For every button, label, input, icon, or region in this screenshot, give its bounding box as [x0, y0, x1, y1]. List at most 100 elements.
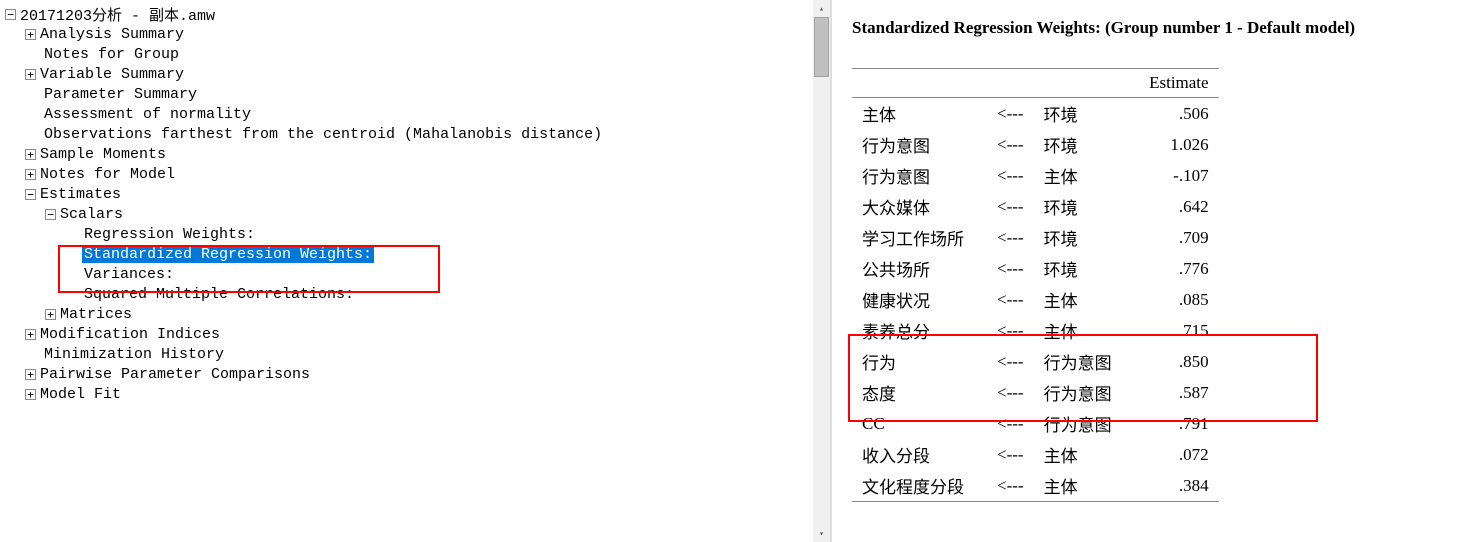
scrollbar-vertical[interactable]: ▴ ▾ — [813, 0, 830, 542]
tree-item[interactable]: Assessment of normality — [0, 104, 830, 124]
arrow-cell: <--- — [987, 191, 1034, 222]
content-panel: Standardized Regression Weights: (Group … — [832, 0, 1461, 542]
table-row: 大众媒体<---环境.642 — [852, 191, 1219, 222]
table-row: 主体<---环境.506 — [852, 98, 1219, 130]
tree-item[interactable]: Regression Weights: — [0, 224, 830, 244]
estimate-cell: .587 — [1124, 377, 1219, 408]
dependent-cell: 健康状况 — [852, 284, 987, 315]
tree-item[interactable]: Squared Multiple Correlations: — [0, 284, 830, 304]
estimate-header: Estimate — [1124, 69, 1219, 98]
tree-item-label[interactable]: Regression Weights: — [82, 226, 257, 243]
plus-icon[interactable]: + — [25, 169, 36, 180]
table-row: 态度<---行为意图.587 — [852, 377, 1219, 408]
tree-item[interactable]: +Analysis Summary — [0, 24, 830, 44]
scroll-down-arrow-icon[interactable]: ▾ — [813, 525, 830, 542]
tree-item[interactable]: +Modification Indices — [0, 324, 830, 344]
source-cell: 环境 — [1034, 191, 1124, 222]
plus-icon[interactable]: + — [25, 69, 36, 80]
source-cell: 环境 — [1034, 253, 1124, 284]
source-cell: 主体 — [1034, 160, 1124, 191]
tree-item[interactable]: Minimization History — [0, 344, 830, 364]
plus-icon[interactable]: + — [45, 309, 56, 320]
estimate-cell: -.107 — [1124, 160, 1219, 191]
tree-item-label[interactable]: Parameter Summary — [42, 86, 199, 103]
tree-item[interactable]: +Notes for Model — [0, 164, 830, 184]
source-cell: 环境 — [1034, 129, 1124, 160]
tree-item[interactable]: −Estimates — [0, 184, 830, 204]
table-row: 行为意图<---主体-.107 — [852, 160, 1219, 191]
table-row: 行为意图<---环境1.026 — [852, 129, 1219, 160]
source-cell: 主体 — [1034, 439, 1124, 470]
content-title: Standardized Regression Weights: (Group … — [852, 18, 1441, 38]
dependent-cell: 素养总分 — [852, 315, 987, 346]
source-cell: 行为意图 — [1034, 377, 1124, 408]
tree-item-label[interactable]: Model Fit — [38, 386, 123, 403]
arrow-cell: <--- — [987, 222, 1034, 253]
estimate-cell: .776 — [1124, 253, 1219, 284]
estimate-cell: .850 — [1124, 346, 1219, 377]
plus-icon[interactable]: + — [25, 329, 36, 340]
tree-panel: − 20171203分析 - 副本.amw +Analysis SummaryN… — [0, 0, 830, 542]
tree-leaf-spacer — [65, 267, 80, 282]
minus-icon[interactable]: − — [25, 189, 36, 200]
arrow-cell: <--- — [987, 346, 1034, 377]
estimate-cell: .715 — [1124, 315, 1219, 346]
tree-item[interactable]: −Scalars — [0, 204, 830, 224]
tree-root-label[interactable]: 20171203分析 - 副本.amw — [18, 4, 217, 25]
dependent-cell: CC — [852, 408, 987, 439]
tree-item-label[interactable]: Observations farthest from the centroid … — [42, 126, 604, 143]
tree-item[interactable]: +Sample Moments — [0, 144, 830, 164]
tree-item[interactable]: +Variable Summary — [0, 64, 830, 84]
tree-item-label[interactable]: Variable Summary — [38, 66, 186, 83]
arrow-cell: <--- — [987, 377, 1034, 408]
tree-item[interactable]: +Model Fit — [0, 384, 830, 404]
table-row: 素养总分<---主体.715 — [852, 315, 1219, 346]
tree-leaf-spacer — [65, 227, 80, 242]
tree-item-label[interactable]: Minimization History — [42, 346, 226, 363]
dependent-cell: 态度 — [852, 377, 987, 408]
tree-item-label[interactable]: Matrices — [58, 306, 134, 323]
arrow-cell: <--- — [987, 439, 1034, 470]
plus-icon[interactable]: + — [25, 369, 36, 380]
arrow-cell: <--- — [987, 253, 1034, 284]
tree-item-label[interactable]: Sample Moments — [38, 146, 168, 163]
tree-root-row[interactable]: − 20171203分析 - 副本.amw — [0, 4, 830, 24]
tree-item-label[interactable]: Variances: — [82, 266, 176, 283]
minus-icon[interactable]: − — [5, 9, 16, 20]
minus-icon[interactable]: − — [45, 209, 56, 220]
tree-item[interactable]: +Pairwise Parameter Comparisons — [0, 364, 830, 384]
tree-item-label[interactable]: Standardized Regression Weights: — [82, 246, 374, 263]
tree-item[interactable]: Variances: — [0, 264, 830, 284]
tree-item[interactable]: +Matrices — [0, 304, 830, 324]
plus-icon[interactable]: + — [25, 389, 36, 400]
scroll-up-arrow-icon[interactable]: ▴ — [813, 0, 830, 17]
tree-item-label[interactable]: Estimates — [38, 186, 123, 203]
arrow-cell: <--- — [987, 408, 1034, 439]
arrow-cell: <--- — [987, 284, 1034, 315]
table-row: 行为<---行为意图.850 — [852, 346, 1219, 377]
plus-icon[interactable]: + — [25, 29, 36, 40]
tree-item-label[interactable]: Analysis Summary — [38, 26, 186, 43]
tree-item-label[interactable]: Notes for Model — [38, 166, 177, 183]
tree-item[interactable]: Parameter Summary — [0, 84, 830, 104]
tree-item-label[interactable]: Scalars — [58, 206, 125, 223]
scrollbar-thumb[interactable] — [814, 17, 829, 77]
tree-item[interactable]: Observations farthest from the centroid … — [0, 124, 830, 144]
tree-item-label[interactable]: Assessment of normality — [42, 106, 253, 123]
tree-item-label[interactable]: Squared Multiple Correlations: — [82, 286, 356, 303]
tree-item[interactable]: Standardized Regression Weights: — [0, 244, 830, 264]
tree-leaf-spacer — [25, 107, 40, 122]
dependent-cell: 行为意图 — [852, 160, 987, 191]
estimate-cell: .709 — [1124, 222, 1219, 253]
tree-item-label[interactable]: Modification Indices — [38, 326, 222, 343]
tree-item[interactable]: Notes for Group — [0, 44, 830, 64]
table-row: 健康状况<---主体.085 — [852, 284, 1219, 315]
estimate-cell: .384 — [1124, 470, 1219, 502]
dependent-cell: 文化程度分段 — [852, 470, 987, 502]
source-cell: 环境 — [1034, 98, 1124, 130]
tree-item-label[interactable]: Notes for Group — [42, 46, 181, 63]
table-row: 公共场所<---环境.776 — [852, 253, 1219, 284]
dependent-cell: 学习工作场所 — [852, 222, 987, 253]
plus-icon[interactable]: + — [25, 149, 36, 160]
tree-item-label[interactable]: Pairwise Parameter Comparisons — [38, 366, 312, 383]
